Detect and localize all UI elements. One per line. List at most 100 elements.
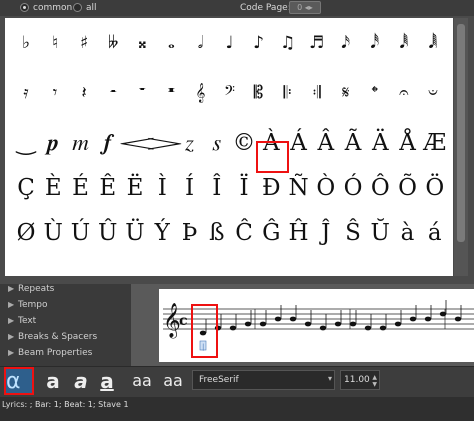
symbol-cell[interactable]: Ü — [120, 213, 150, 253]
sidebar-item-repeats[interactable]: ▶ Repeats — [8, 284, 54, 294]
symbol-cell[interactable]: Æ — [420, 123, 450, 163]
symbol-cell[interactable]: Ò — [311, 168, 341, 208]
symbol-cell[interactable]: Ĥ — [284, 213, 314, 253]
note-head[interactable] — [259, 321, 267, 327]
note-head[interactable] — [274, 316, 282, 322]
symbol-cell[interactable]: ♩ — [214, 23, 244, 63]
symbol-cell[interactable]: Å — [393, 123, 423, 163]
symbol-cell[interactable]: 𝄑 — [418, 73, 448, 113]
note-head[interactable] — [229, 325, 237, 331]
symbol-cell[interactable]: 𝅗𝅥 — [185, 23, 215, 63]
font-size-spinbox[interactable]: 11.00 ▲ ▼ — [340, 370, 380, 390]
symbol-cell[interactable]: Ã — [338, 123, 368, 163]
symbol-cell[interactable]: Ĉ — [229, 213, 259, 253]
symbol-cell[interactable]: Ù — [38, 213, 68, 253]
symbol-cell[interactable]: 𝄢 — [214, 73, 244, 113]
underline-button[interactable]: a — [94, 369, 120, 393]
symbol-cell[interactable]: Ŝ — [338, 213, 368, 253]
symbol-cell[interactable]: Ö — [420, 168, 450, 208]
symbol-cell[interactable]: á — [420, 213, 450, 253]
chevron-down-icon[interactable]: ▼ — [372, 381, 377, 388]
symbol-cell[interactable]: ♫ — [273, 23, 303, 63]
symbol-cell[interactable]: 𝄪 — [127, 23, 157, 63]
symbol-cell[interactable]: É — [66, 168, 96, 208]
sidebar-item-text[interactable]: ▶ Text — [8, 316, 36, 326]
sidebar-item-beam-properties[interactable]: ▶ Beam Properties — [8, 348, 92, 358]
symbol-cell[interactable]: ß — [202, 213, 232, 253]
symbol-cell[interactable]: © — [229, 123, 259, 163]
symbol-cell[interactable]: 𝅘𝅥𝅲 — [418, 23, 448, 63]
symbol-cell[interactable]: 𝆐 — [66, 123, 96, 163]
note-head[interactable] — [439, 311, 447, 317]
italic-button[interactable]: a — [68, 369, 94, 393]
symbol-cell[interactable]: ♪ — [244, 23, 274, 63]
symbol-cell[interactable]: 𝆒 — [120, 123, 155, 163]
symbol-cell[interactable]: Í — [175, 168, 205, 208]
symbol-cell[interactable]: Ä — [365, 123, 395, 163]
symbol-cell[interactable]: 𝄋 — [331, 73, 361, 113]
symbol-cell[interactable]: Ê — [93, 168, 123, 208]
symbol-cell[interactable]: 𝄻 — [127, 73, 157, 113]
symbol-cell[interactable]: Ë — [120, 168, 150, 208]
symbol-cell[interactable]: 𝆓 — [147, 123, 182, 163]
symbol-cell[interactable]: ♭ — [11, 23, 41, 63]
symbol-cell[interactable]: Ú — [66, 213, 96, 253]
symbol-cell[interactable]: ♮ — [40, 23, 70, 63]
symbol-cell[interactable]: 𝄆 — [273, 73, 303, 113]
note-head[interactable] — [364, 325, 372, 331]
symbol-cell[interactable]: Ð — [256, 168, 286, 208]
symbol-cell[interactable]: 𝅘𝅥𝅰 — [360, 23, 390, 63]
symbol-cell[interactable]: 𝅘𝅥𝅯 — [331, 23, 361, 63]
note-head[interactable] — [424, 316, 432, 322]
symbol-cell[interactable]: Ç — [11, 168, 41, 208]
note-head[interactable] — [394, 321, 402, 327]
symbol-cell[interactable]: 𝆍 — [202, 123, 232, 163]
symbol-cell[interactable]: 𝄐 — [389, 73, 419, 113]
symbol-cell[interactable]: ♯ — [69, 23, 99, 63]
symbol-cell[interactable]: 𝄿 — [11, 73, 41, 113]
symbol-cell[interactable]: 𝄾 — [40, 73, 70, 113]
bold-button[interactable]: a — [40, 369, 66, 393]
superscript-button[interactable]: aa — [159, 369, 187, 393]
symbol-cell[interactable]: ♬ — [302, 23, 332, 63]
special-characters-button[interactable]: α — [4, 367, 34, 395]
common-radio[interactable] — [20, 3, 29, 12]
symbol-cell[interactable]: Ĵ — [311, 213, 341, 253]
symbol-cell[interactable]: Û — [93, 213, 123, 253]
note-head[interactable] — [349, 321, 357, 327]
symbol-cell[interactable]: ‿ — [11, 123, 41, 163]
symbol-cell[interactable]: Ŭ — [365, 213, 395, 253]
note-head[interactable] — [409, 316, 417, 322]
symbol-cell[interactable]: Ï — [229, 168, 259, 208]
all-radio[interactable] — [73, 3, 82, 12]
symbol-cell[interactable]: 𝆎 — [175, 123, 205, 163]
symbol-cell[interactable]: Ĝ — [256, 213, 286, 253]
symbol-cell[interactable]: 𝄫 — [98, 23, 128, 63]
note-head[interactable] — [244, 321, 252, 327]
symbol-cell[interactable]: Â — [311, 123, 341, 163]
note-head[interactable] — [319, 325, 327, 331]
note-head[interactable] — [304, 321, 312, 327]
symbol-cell[interactable]: Ì — [147, 168, 177, 208]
symbol-cell[interactable]: 𝆑 — [93, 123, 123, 163]
symbol-cell[interactable]: È — [38, 168, 68, 208]
symbol-cell[interactable]: Ô — [365, 168, 395, 208]
symbol-cell[interactable]: Ó — [338, 168, 368, 208]
symbol-cell[interactable]: à — [393, 213, 423, 253]
symbol-cell[interactable]: 𝄞 — [185, 73, 215, 113]
note-head[interactable] — [454, 316, 462, 322]
symbol-cell[interactable]: 𝅝 — [156, 23, 186, 63]
palette-scrollbar-thumb[interactable] — [457, 24, 465, 242]
symbol-cell[interactable]: 𝅘𝅥𝅱 — [389, 23, 419, 63]
symbol-cell[interactable]: Õ — [393, 168, 423, 208]
chevron-up-icon[interactable]: ▲ — [372, 374, 377, 381]
symbol-cell[interactable]: 𝄼 — [98, 73, 128, 113]
symbol-cell[interactable]: Þ — [175, 213, 205, 253]
symbol-cell[interactable]: 𝄌 — [360, 73, 390, 113]
sidebar-item-tempo[interactable]: ▶ Tempo — [8, 300, 48, 310]
subscript-button[interactable]: aa — [128, 369, 156, 393]
symbol-cell[interactable]: 𝄽 — [69, 73, 99, 113]
note-head[interactable] — [334, 321, 342, 327]
symbol-cell[interactable]: 𝆏 — [38, 123, 68, 163]
sidebar-item-breaks-spacers[interactable]: ▶ Breaks & Spacers — [8, 332, 97, 342]
